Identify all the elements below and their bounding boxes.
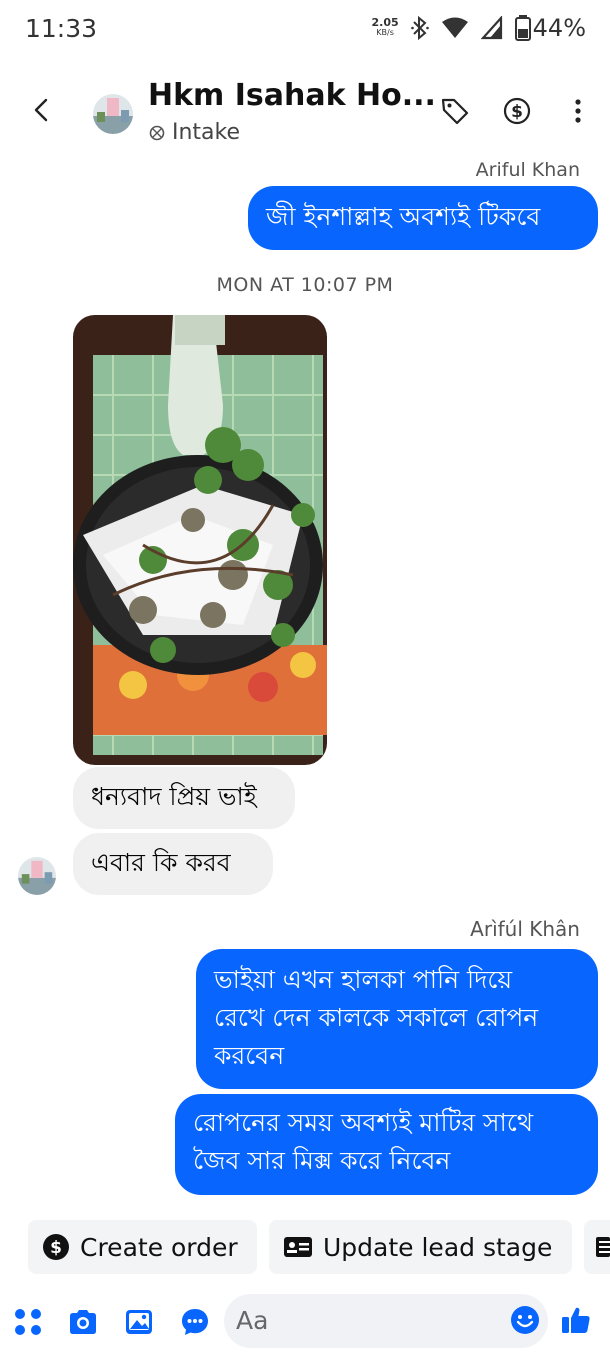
more-icon[interactable] xyxy=(563,96,593,126)
conversation-header: Hkm Isahak Ho... Intake $ xyxy=(0,60,610,160)
network-speed-unit: KB/s xyxy=(376,28,394,37)
timestamp: MON AT 10:07 PM xyxy=(216,274,394,296)
update-lead-stage-label: Update lead stage xyxy=(323,1232,553,1262)
menu-grid-icon[interactable] xyxy=(12,1306,44,1338)
wifi-icon xyxy=(441,17,468,38)
status-time: 11:33 xyxy=(25,14,98,43)
message-line: ভাইয়া এখন হালকা পানি দিয়ে xyxy=(214,965,513,994)
message-composer: Aa xyxy=(0,1290,610,1356)
bluetooth-icon xyxy=(410,16,429,40)
message-text: জী ইনশাল্লাহ অবশ্যই টিকবে xyxy=(266,202,541,231)
create-order-button[interactable]: $ Create order xyxy=(28,1220,257,1274)
list-icon xyxy=(596,1237,610,1257)
more-actions-chip[interactable] xyxy=(584,1220,610,1274)
message-input-placeholder: Aa xyxy=(236,1306,269,1335)
sender-name: Arìfúl Khân xyxy=(470,917,580,941)
id-card-icon xyxy=(284,1237,312,1257)
tag-icon[interactable] xyxy=(440,96,470,126)
svg-text:$: $ xyxy=(511,102,523,122)
gallery-icon[interactable] xyxy=(123,1306,155,1338)
message-line: রোপনের সময় অবশ্যই মাটির সাথে xyxy=(193,1108,534,1137)
message-input[interactable]: Aa xyxy=(224,1294,548,1348)
back-icon[interactable] xyxy=(28,92,56,128)
thumbs-up-icon[interactable] xyxy=(560,1304,592,1336)
outgoing-message[interactable]: রোপনের সময় অবশ্যই মাটির সাথে জৈব সার মি… xyxy=(175,1094,598,1195)
message-line: জৈব সার মিক্স করে নিবেন xyxy=(193,1146,451,1175)
camera-icon[interactable] xyxy=(67,1306,99,1338)
svg-text:$: $ xyxy=(50,1238,62,1258)
chat-bubble-icon[interactable] xyxy=(179,1306,211,1338)
message-line: করবেন xyxy=(214,1041,285,1070)
network-speed: 2.05 KB/s xyxy=(372,17,399,38)
incoming-message[interactable]: এবার কি করব xyxy=(73,833,273,895)
message-line: রেখে দেন কালকে সকালে রোপন xyxy=(214,1003,539,1032)
update-lead-stage-button[interactable]: Update lead stage xyxy=(269,1220,572,1274)
outgoing-message[interactable]: জী ইনশাল্লাহ অবশ্যই টিকবে xyxy=(248,186,598,250)
incoming-message[interactable]: ধন্যবাদ প্রিয় ভাই xyxy=(73,767,295,829)
battery-percent: 44% xyxy=(532,14,586,42)
create-order-label: Create order xyxy=(80,1232,238,1262)
intake-icon xyxy=(149,125,165,140)
status-indicators: 2.05 KB/s 44% xyxy=(372,14,586,42)
sender-name-partial: Ariful Khan xyxy=(475,159,580,176)
contact-avatar-small[interactable] xyxy=(18,857,56,895)
status-bar: 11:33 2.05 KB/s 44% xyxy=(0,0,610,60)
signal-icon xyxy=(480,16,502,40)
battery-icon xyxy=(514,15,531,41)
photo-attachment[interactable] xyxy=(73,315,327,765)
outgoing-message[interactable]: ভাইয়া এখন হালকা পানি দিয়ে রেখে দেন কাল… xyxy=(196,949,598,1089)
message-text: ধন্যবাদ প্রিয় ভাই xyxy=(91,782,257,811)
contact-name[interactable]: Hkm Isahak Ho... xyxy=(148,78,436,113)
dollar-icon[interactable]: $ xyxy=(502,96,532,126)
dollar-circle-icon: $ xyxy=(43,1234,69,1260)
message-text: এবার কি করব xyxy=(91,848,231,877)
emoji-icon[interactable] xyxy=(509,1304,541,1336)
lead-stage-label: Intake xyxy=(172,120,241,145)
lead-stage[interactable]: Intake xyxy=(148,120,240,145)
contact-avatar[interactable] xyxy=(93,94,133,134)
